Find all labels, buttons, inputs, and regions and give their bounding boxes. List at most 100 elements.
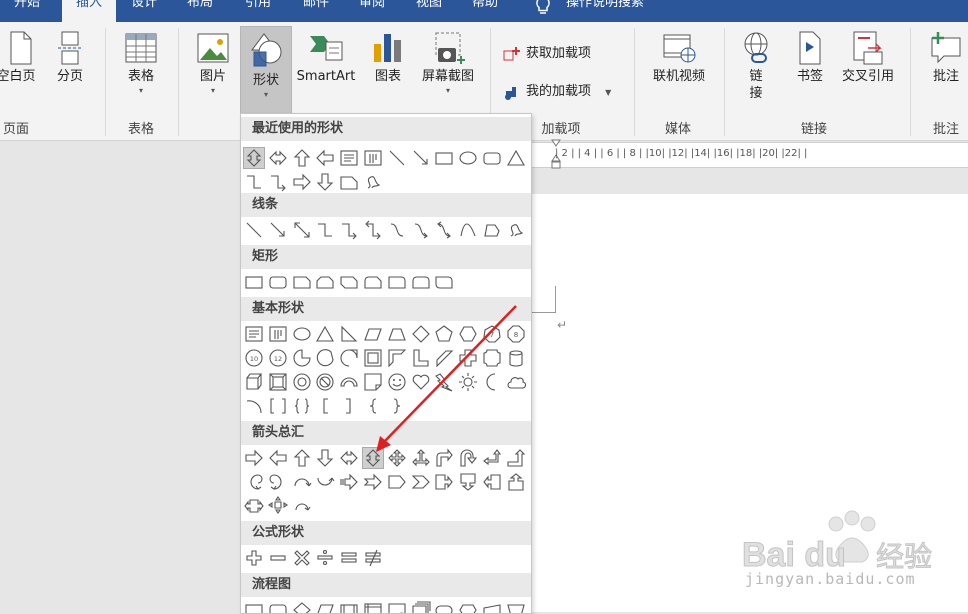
snip-round-single-corner-rectangle-icon[interactable] xyxy=(363,272,383,292)
cross-icon[interactable] xyxy=(458,348,478,368)
freeform-icon[interactable] xyxy=(482,220,502,240)
left-right-arrow-icon[interactable] xyxy=(339,448,359,468)
right-arrow-callout-icon[interactable] xyxy=(434,472,454,492)
snip-same-side-corner-rectangle-icon[interactable] xyxy=(315,272,335,292)
vertical-text-box-icon[interactable] xyxy=(363,148,383,168)
up-down-arrow-icon[interactable] xyxy=(362,447,384,469)
elbow-connector-icon[interactable] xyxy=(315,220,335,240)
notched-right-arrow-icon[interactable] xyxy=(363,472,383,492)
curved-right-arrow-icon[interactable] xyxy=(244,472,264,492)
tab-home[interactable]: 开始 xyxy=(14,0,40,18)
right-triangle-icon[interactable] xyxy=(339,324,359,344)
plaque-icon[interactable] xyxy=(482,348,502,368)
left-arrow-icon[interactable] xyxy=(315,148,335,168)
isosceles-triangle-icon[interactable] xyxy=(315,324,335,344)
no-symbol-icon[interactable] xyxy=(315,372,335,392)
rounded-rectangle-icon[interactable] xyxy=(268,272,288,292)
bent-up-arrow-icon[interactable] xyxy=(506,448,526,468)
text-box-icon[interactable] xyxy=(244,324,264,344)
pictures-button[interactable]: 图片 ▾ xyxy=(192,30,234,97)
multiply-icon[interactable] xyxy=(292,548,312,568)
round-diagonal-corner-rectangle-icon[interactable] xyxy=(434,272,454,292)
chord-icon[interactable] xyxy=(315,348,335,368)
pentagon-arrow-icon[interactable] xyxy=(387,472,407,492)
blank-page-button[interactable]: 空白页 xyxy=(0,30,40,85)
moon-icon[interactable] xyxy=(482,372,502,392)
chart-button[interactable]: 图表 xyxy=(368,30,408,85)
striped-right-arrow-icon[interactable] xyxy=(339,472,359,492)
table-button[interactable]: 表格 ▾ xyxy=(118,30,164,97)
tab-mailings[interactable]: 邮件 xyxy=(303,0,329,18)
elbow-double-arrow-connector-icon[interactable] xyxy=(363,220,383,240)
elbow-connector-icon[interactable] xyxy=(244,172,264,192)
line-icon[interactable] xyxy=(244,220,264,240)
right-bracket-icon[interactable] xyxy=(339,396,359,416)
smartart-button[interactable]: SmartArt xyxy=(292,30,360,85)
snip-single-corner-rectangle-icon[interactable] xyxy=(292,272,312,292)
right-brace-icon[interactable] xyxy=(387,396,407,416)
left-arrow-callout-icon[interactable] xyxy=(482,472,502,492)
smiley-face-icon[interactable] xyxy=(387,372,407,392)
minus-icon[interactable] xyxy=(268,548,288,568)
circular-arrow-icon[interactable] xyxy=(292,496,312,516)
folded-corner-icon[interactable] xyxy=(363,372,383,392)
sun-icon[interactable] xyxy=(458,372,478,392)
l-shape-icon[interactable] xyxy=(411,348,431,368)
double-brace-icon[interactable] xyxy=(292,396,312,416)
u-turn-arrow-icon[interactable] xyxy=(458,448,478,468)
equal-icon[interactable] xyxy=(339,548,359,568)
bevel-icon[interactable] xyxy=(268,372,288,392)
new-comment-button[interactable]: 批注 xyxy=(924,30,968,85)
rounded-rectangle-icon[interactable] xyxy=(482,148,502,168)
octagon-icon[interactable]: 8 xyxy=(506,324,526,344)
cube-icon[interactable] xyxy=(244,372,264,392)
parallelogram-icon[interactable] xyxy=(363,324,383,344)
left-right-arrow-callout-icon[interactable] xyxy=(244,496,264,516)
arrow-line-icon[interactable] xyxy=(268,220,288,240)
freeform-scribble-icon[interactable] xyxy=(363,172,383,192)
text-box-icon[interactable] xyxy=(339,148,359,168)
left-right-arrow-icon[interactable] xyxy=(268,148,288,168)
tab-help[interactable]: 帮助 xyxy=(472,0,498,18)
not-equal-icon[interactable] xyxy=(363,548,383,568)
frame-icon[interactable] xyxy=(363,348,383,368)
my-addins-button[interactable]: 我的加载项 ▼ xyxy=(502,80,611,101)
division-icon[interactable] xyxy=(315,548,335,568)
tab-view[interactable]: 视图 xyxy=(416,0,442,18)
bookmark-button[interactable]: 书签 xyxy=(790,30,830,85)
cross-reference-button[interactable]: 交叉引用 xyxy=(836,30,900,85)
tell-me-search[interactable]: 操作说明搜索 xyxy=(566,0,644,18)
snip-diagonal-corner-rectangle-icon[interactable] xyxy=(339,272,359,292)
decagon-icon[interactable]: 10 xyxy=(244,348,264,368)
screenshot-button[interactable]: 屏幕截图 ▾ xyxy=(414,30,482,97)
left-right-up-arrow-icon[interactable] xyxy=(411,448,431,468)
tab-references[interactable]: 引用 xyxy=(245,0,271,18)
oval-icon[interactable] xyxy=(458,148,478,168)
up-arrow-icon[interactable] xyxy=(292,448,312,468)
vertical-text-box-icon[interactable] xyxy=(268,324,288,344)
right-arrow-icon[interactable] xyxy=(244,448,264,468)
cloud-icon[interactable] xyxy=(506,372,526,392)
up-arrow-callout-icon[interactable] xyxy=(506,472,526,492)
left-arrow-icon[interactable] xyxy=(268,448,288,468)
triangle-icon[interactable] xyxy=(506,148,526,168)
teardrop-icon[interactable] xyxy=(339,348,359,368)
chevron-arrow-icon[interactable] xyxy=(411,472,431,492)
pie-icon[interactable] xyxy=(292,348,312,368)
double-arrow-line-icon[interactable] xyxy=(292,220,312,240)
down-arrow-icon[interactable] xyxy=(315,172,335,192)
left-bracket-icon[interactable] xyxy=(315,396,335,416)
curved-left-arrow-icon[interactable] xyxy=(268,472,288,492)
tab-insert[interactable]: 插入 xyxy=(62,0,116,22)
arrow-line-icon[interactable] xyxy=(411,148,431,168)
horizontal-ruler[interactable]: | 2 | | 4 | | 6 | | 8 | |10| |12| |14| |… xyxy=(531,139,968,169)
curved-up-arrow-icon[interactable] xyxy=(292,472,312,492)
left-brace-icon[interactable] xyxy=(363,396,383,416)
tab-review[interactable]: 审阅 xyxy=(359,0,385,18)
right-arrow-icon[interactable] xyxy=(292,172,312,192)
rectangle-icon[interactable] xyxy=(434,148,454,168)
diamond-icon[interactable] xyxy=(411,324,431,344)
elbow-arrow-connector-icon[interactable] xyxy=(268,172,288,192)
oval-icon[interactable] xyxy=(292,324,312,344)
rectangle-icon[interactable] xyxy=(244,272,264,292)
